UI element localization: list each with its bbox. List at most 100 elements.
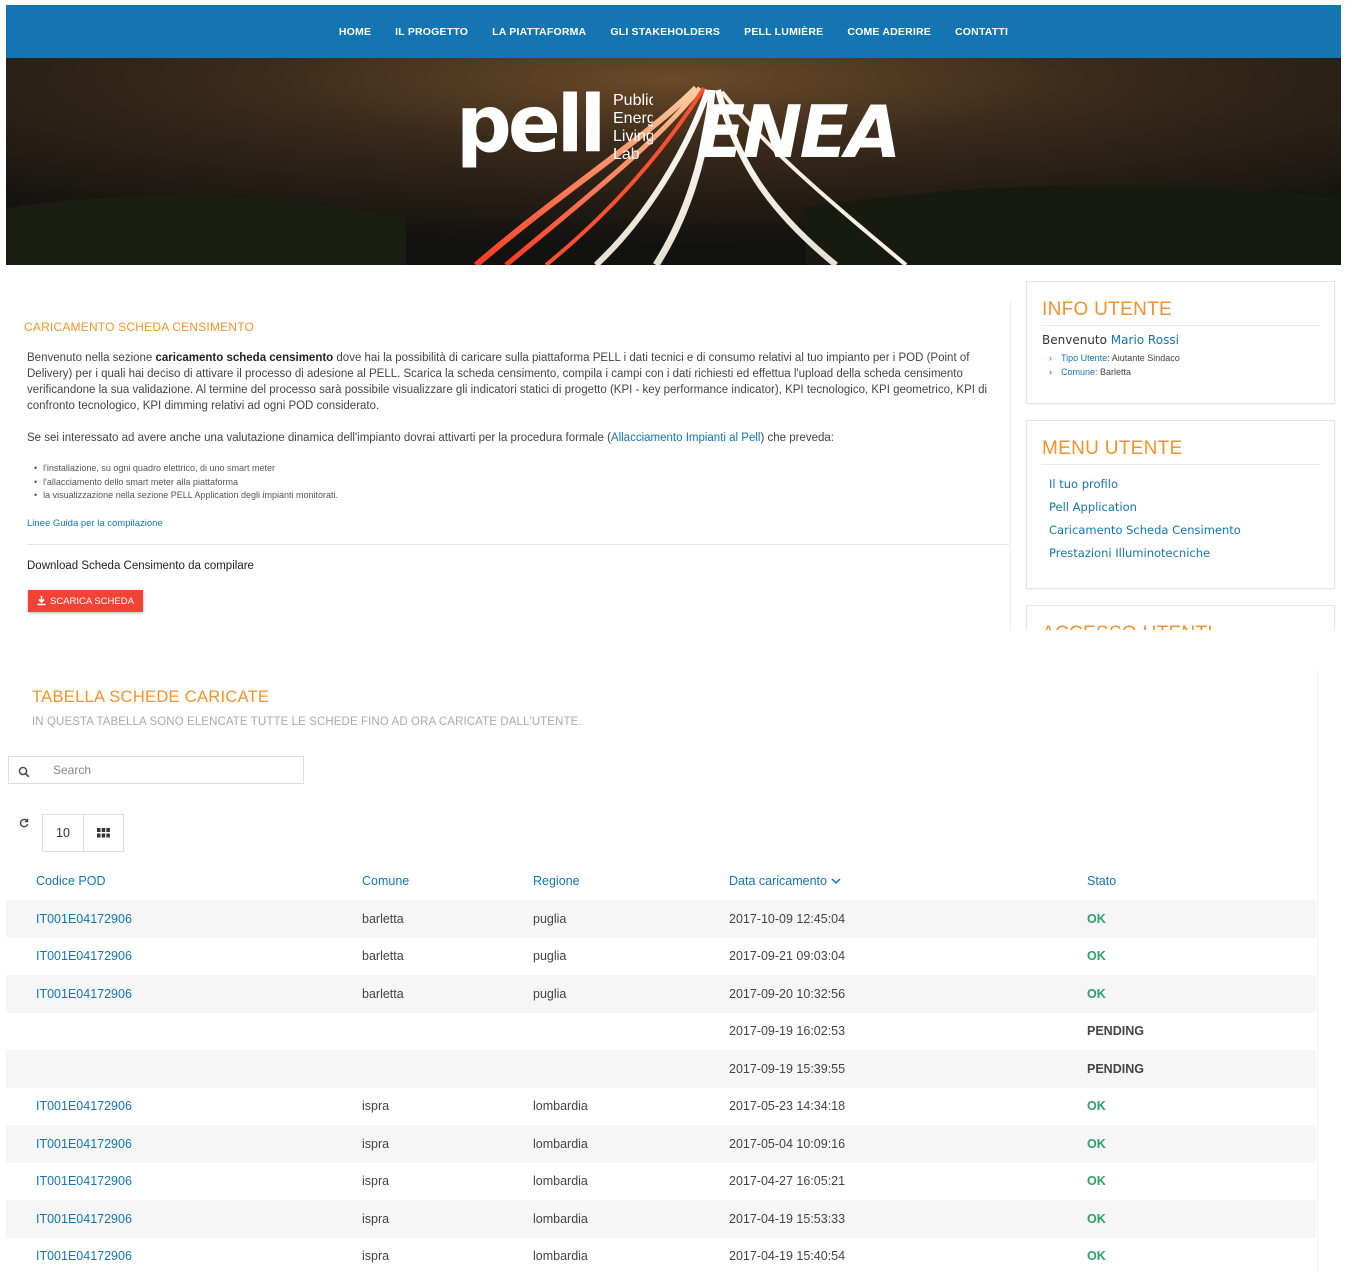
status-badge: OK: [1087, 1174, 1106, 1189]
columns-toggle-button[interactable]: [84, 814, 124, 852]
comune-cell: barletta: [362, 949, 404, 964]
nav-contatti[interactable]: CONTATTI: [943, 26, 1020, 38]
status-badge: OK: [1087, 1249, 1106, 1264]
data-caricamento-cell: 2017-05-04 10:09:16: [699, 1125, 1057, 1163]
grid-icon: [97, 828, 110, 838]
user-info-list: Tipo Utente: Aiutante Sindaco Comune: Ba…: [1027, 347, 1334, 379]
data-caricamento-cell: 2017-09-20 10:32:56: [699, 975, 1057, 1013]
nav-gli-stakeholders[interactable]: GLI STAKEHOLDERS: [598, 26, 732, 38]
col-data-caricamento[interactable]: Data caricamento: [699, 862, 1057, 900]
comune-cell: ispra: [362, 1249, 390, 1264]
type-value: Aiutante Sindaco: [1111, 353, 1180, 363]
nav-il-progetto[interactable]: IL PROGETTO: [383, 26, 480, 38]
pell-logo: pell: [456, 80, 606, 170]
menu-item-prestazioni[interactable]: Prestazioni Illuminotecniche: [1049, 542, 1334, 565]
regione-cell: puglia: [533, 949, 567, 964]
table-toolbar: 10: [6, 814, 124, 852]
logo-sub-line: Energy: [613, 110, 653, 127]
logo-sub-line: Living: [613, 128, 653, 145]
nav-la-piattaforma[interactable]: LA PIATTAFORMA: [480, 26, 598, 38]
search-input[interactable]: [39, 757, 303, 783]
comune-cell: ispra: [362, 1174, 390, 1189]
list-item: la visualizzazione nella sezione PELL Ap…: [34, 489, 338, 503]
col-stato[interactable]: Stato: [1057, 862, 1316, 900]
data-caricamento-cell: 2017-04-27 16:05:21: [729, 1174, 846, 1189]
welcome-label: Benvenuto: [1042, 333, 1107, 347]
col-comune[interactable]: Comune: [332, 862, 503, 900]
download-button-label: SCARICA SCHEDA: [50, 595, 134, 607]
status-badge: OK: [1057, 1125, 1316, 1163]
search-box: [8, 756, 304, 784]
nav-come-aderire[interactable]: COME ADERIRE: [835, 26, 943, 38]
welcome-text: Benvenuto Mario Rossi: [1027, 326, 1334, 347]
regione-cell: lombardia: [533, 1099, 588, 1114]
regione-cell: lombardia: [503, 1200, 699, 1238]
regione-cell: [503, 1050, 699, 1088]
comune-cell: ispra: [332, 1125, 503, 1163]
pod-code-link[interactable]: IT001E04172906: [6, 975, 332, 1013]
regione-cell: lombardia: [533, 1174, 588, 1189]
menu-item-caricamento-scheda[interactable]: Caricamento Scheda Censimento: [1049, 519, 1334, 542]
card-title: INFO UTENTE: [1042, 299, 1172, 320]
pod-code-link[interactable]: IT001E04172906: [6, 938, 332, 976]
table-row: IT001E04172906 ispra lombardia 2017-04-27 1…: [6, 1163, 1316, 1201]
intro-paragraph: Benvenuto nella sezione caricamento sche…: [27, 350, 1012, 414]
menu-item-profilo[interactable]: Il tuo profilo: [1049, 473, 1334, 496]
table-title: TABELLA SCHEDE CARICATE: [32, 688, 270, 706]
table-row: IT001E04172906 barletta puglia 2017-09-20 1…: [6, 975, 1316, 1013]
intro-bold: caricamento scheda censimento: [155, 352, 334, 364]
logo-sub-line: Lab: [613, 146, 640, 163]
hero-banner: pell Public Energy Living Lab ENEA: [6, 58, 1341, 265]
data-caricamento-cell: 2017-04-19 15:40:54: [729, 1249, 846, 1264]
status-badge: OK: [1087, 1099, 1106, 1114]
list-item: l'installazione, su ogni quadro elettric…: [34, 462, 338, 476]
section-title: CARICAMENTO SCHEDA CENSIMENTO: [24, 320, 255, 334]
table-row: 2017-09-19 15:39:55 PENDING: [6, 1050, 1316, 1088]
top-navigation: HOME IL PROGETTO LA PIATTAFORMA GLI STAK…: [6, 5, 1341, 58]
col-codice-pod[interactable]: Codice POD: [6, 862, 332, 900]
pod-code-link[interactable]: IT001E04172906: [6, 1238, 332, 1273]
refresh-icon[interactable]: [6, 814, 42, 832]
col-regione[interactable]: Regione: [503, 862, 699, 900]
pod-code-link[interactable]: IT001E04172906: [6, 1088, 332, 1126]
logo-sub-line: Public: [613, 92, 653, 109]
comune-cell: barletta: [332, 975, 503, 1013]
user-name-link[interactable]: Mario Rossi: [1111, 333, 1179, 347]
content-column: CARICAMENTO SCHEDA CENSIMENTO Benvenuto …: [6, 270, 1011, 630]
download-title: Download Scheda Censimento da compilare: [27, 560, 254, 572]
nav-home[interactable]: HOME: [327, 26, 383, 38]
comune-label: Comune: [1061, 367, 1096, 377]
pod-code-link[interactable]: IT001E04172906: [6, 1125, 332, 1163]
data-caricamento-cell: 2017-09-19 16:02:53: [729, 1024, 846, 1039]
data-caricamento-cell: 2017-09-21 09:03:04: [729, 949, 846, 964]
enea-logo: ENEA: [696, 90, 901, 174]
schede-table: Codice POD Comune Regione Data caricamen…: [6, 862, 1316, 1273]
menu-item-pell-application[interactable]: Pell Application: [1049, 496, 1334, 519]
pod-code-link: [6, 1050, 332, 1088]
accesso-utenti-card: ACCESSO UTENTI: [1026, 605, 1335, 630]
pod-code-link[interactable]: IT001E04172906: [6, 1200, 332, 1238]
nav-pell-lumiere[interactable]: PELL LUMIÈRE: [732, 26, 835, 38]
card-title: ACCESSO UTENTI: [1027, 606, 1334, 630]
table-row: IT001E04172906 ispra lombardia 2017-04-19 1…: [6, 1200, 1316, 1238]
pod-code-link[interactable]: IT001E04172906: [6, 1163, 332, 1201]
download-scheda-button[interactable]: SCARICA SCHEDA: [28, 590, 143, 612]
data-caricamento-cell: 2017-05-23 14:34:18: [729, 1099, 846, 1114]
menu-utente-card: MENU UTENTE Il tuo profilo Pell Applicat…: [1026, 420, 1335, 589]
allacciamento-link[interactable]: Allacciamento Impianti al Pell: [611, 432, 761, 444]
status-badge: PENDING: [1087, 1024, 1144, 1039]
status-badge: OK: [1057, 900, 1316, 938]
intro-text: Benvenuto nella sezione: [27, 352, 156, 364]
data-caricamento-cell: 2017-09-19 15:39:55: [699, 1050, 1057, 1088]
card-title: MENU UTENTE: [1042, 438, 1183, 459]
info-utente-card: INFO UTENTE Benvenuto Mario Rossi Tipo U…: [1026, 281, 1335, 404]
table-row: IT001E04172906 ispra lombardia 2017-05-04 1…: [6, 1125, 1316, 1163]
guidelines-link[interactable]: Linee Guida per la compilazione: [27, 518, 163, 529]
table-body: IT001E04172906 barletta puglia 2017-10-09 1…: [6, 900, 1316, 1273]
comune-cell: [332, 1013, 503, 1051]
page-size-select[interactable]: 10: [42, 814, 84, 852]
comune-cell: barletta: [332, 900, 503, 938]
regione-cell: lombardia: [533, 1249, 588, 1264]
regione-cell: lombardia: [503, 1125, 699, 1163]
pod-code-link[interactable]: IT001E04172906: [6, 900, 332, 938]
